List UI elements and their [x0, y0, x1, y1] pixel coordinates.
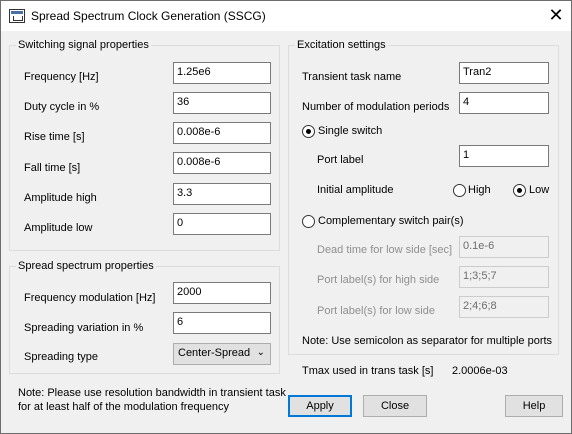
tmax-label: Tmax used in trans task [s] — [302, 365, 434, 377]
low-side-ports-input[interactable]: 2;4;6;8 — [459, 296, 549, 318]
frequency-modulation-label: Frequency modulation [Hz] — [24, 292, 156, 304]
initial-low-label: Low — [529, 184, 550, 196]
modulation-periods-label: Number of modulation periods — [302, 101, 450, 113]
apply-button[interactable]: Apply — [288, 395, 352, 417]
spreading-type-label: Spreading type — [24, 351, 98, 363]
single-switch-radio[interactable] — [302, 125, 315, 138]
frequency-modulation-input[interactable]: 2000 — [173, 282, 271, 304]
low-side-ports-label: Port label(s) for low side — [317, 305, 435, 317]
duty-cycle-label: Duty cycle in % — [24, 101, 100, 113]
spreading-variation-label: Spreading variation in % — [24, 322, 144, 334]
amplitude-high-input[interactable]: 3.3 — [173, 183, 271, 205]
single-switch-label: Single switch — [318, 125, 383, 137]
excitation-settings-title: Excitation settings — [295, 39, 388, 51]
frequency-input[interactable]: 1.25e6 — [173, 62, 271, 84]
duty-cycle-input[interactable]: 36 — [173, 92, 271, 114]
rise-time-input[interactable]: 0.008e-6 — [173, 122, 271, 144]
amplitude-high-label: Amplitude high — [24, 192, 97, 204]
bandwidth-note-line1: Note: Please use resolution bandwidth in… — [18, 387, 286, 399]
sscg-dialog: Spread Spectrum Clock Generation (SSCG) … — [0, 0, 572, 434]
high-side-ports-label: Port label(s) for high side — [317, 274, 440, 286]
spreading-type-value: Center-Spread — [178, 347, 251, 359]
title-bar: Spread Spectrum Clock Generation (SSCG) … — [1, 1, 571, 31]
amplitude-low-label: Amplitude low — [24, 222, 93, 234]
dead-time-input[interactable]: 0.1e-6 — [459, 236, 549, 258]
sscg-app-icon — [9, 9, 25, 23]
complementary-switch-label: Complementary switch pair(s) — [318, 215, 464, 227]
amplitude-low-input[interactable]: 0 — [173, 213, 271, 235]
initial-high-label: High — [468, 184, 491, 196]
transient-task-label: Transient task name — [302, 71, 402, 83]
frequency-label: Frequency [Hz] — [24, 71, 99, 83]
initial-low-radio[interactable] — [513, 184, 526, 197]
tmax-value: 2.0006e-03 — [452, 365, 508, 377]
spreading-variation-input[interactable]: 6 — [173, 312, 271, 334]
transient-task-input[interactable]: Tran2 — [459, 62, 549, 84]
switching-signal-title: Switching signal properties — [16, 39, 151, 51]
close-button[interactable]: Close — [363, 395, 427, 417]
modulation-periods-input[interactable]: 4 — [459, 92, 549, 114]
initial-amplitude-label: Initial amplitude — [317, 184, 394, 196]
spread-spectrum-title: Spread spectrum properties — [16, 260, 156, 272]
spreading-type-select[interactable]: Center-Spread ⌄ — [173, 343, 271, 365]
chevron-down-icon: ⌄ — [256, 347, 265, 358]
complementary-switch-radio[interactable] — [302, 215, 315, 228]
port-label-label: Port label — [317, 154, 364, 166]
rise-time-label: Rise time [s] — [24, 131, 85, 143]
fall-time-label: Fall time [s] — [24, 162, 81, 174]
initial-high-radio[interactable] — [453, 184, 466, 197]
help-button[interactable]: Help — [505, 395, 563, 417]
bandwidth-note-line2: for at least half of the modulation freq… — [18, 401, 229, 413]
port-label-input[interactable]: 1 — [459, 145, 549, 167]
close-icon[interactable]: ✕ — [542, 4, 570, 28]
dead-time-label: Dead time for low side [sec] — [317, 244, 453, 256]
window-title: Spread Spectrum Clock Generation (SSCG) — [31, 9, 266, 23]
high-side-ports-input[interactable]: 1;3;5;7 — [459, 266, 549, 288]
separator-note: Note: Use semicolon as separator for mul… — [302, 335, 553, 347]
fall-time-input[interactable]: 0.008e-6 — [173, 152, 271, 174]
